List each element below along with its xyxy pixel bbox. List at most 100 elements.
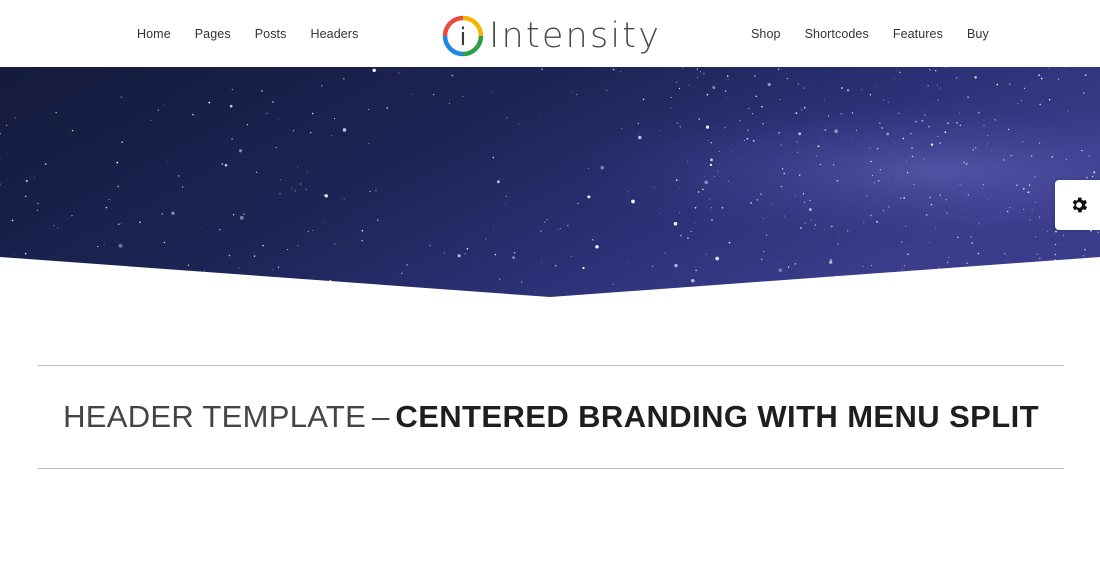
star (937, 135, 939, 138)
star (224, 164, 228, 167)
gear-icon (1072, 197, 1088, 213)
star (928, 125, 930, 128)
star (300, 183, 302, 185)
star (306, 170, 308, 173)
star (910, 132, 912, 135)
star (492, 156, 495, 159)
star (905, 161, 907, 162)
star (700, 71, 702, 73)
nav-item-home[interactable]: Home (137, 27, 171, 41)
star (783, 172, 786, 175)
star (44, 163, 47, 165)
star (907, 253, 909, 256)
star (376, 219, 379, 222)
star (851, 112, 854, 114)
style-switcher-button[interactable] (1055, 180, 1100, 230)
star (846, 89, 850, 92)
star (774, 282, 777, 285)
star (998, 283, 1001, 286)
nav-item-shortcodes[interactable]: Shortcodes (805, 27, 869, 41)
star (834, 129, 838, 133)
star (888, 206, 890, 208)
star (582, 266, 585, 270)
logo-letter: i (460, 23, 467, 51)
star (778, 268, 782, 272)
star (642, 98, 645, 101)
star (246, 124, 249, 126)
star (1004, 253, 1006, 255)
star (678, 87, 681, 90)
star (204, 270, 205, 272)
star (343, 78, 345, 80)
star (703, 73, 705, 75)
star (721, 206, 724, 209)
star (1025, 269, 1027, 271)
star (870, 160, 872, 163)
star (959, 124, 962, 127)
starry-sky-image (0, 67, 1100, 297)
star (756, 198, 759, 201)
star (767, 82, 771, 87)
nav-item-features[interactable]: Features (893, 27, 943, 41)
star (905, 225, 907, 227)
nav-item-buy[interactable]: Buy (967, 27, 989, 41)
star (448, 102, 450, 104)
star (401, 272, 403, 274)
star (817, 145, 819, 147)
star (678, 186, 680, 188)
nav-item-shop[interactable]: Shop (751, 27, 781, 41)
star (369, 190, 371, 193)
star (161, 213, 163, 215)
star (750, 202, 752, 204)
star (994, 119, 996, 121)
star (368, 142, 370, 144)
star (958, 112, 960, 114)
star (286, 249, 288, 250)
star (709, 163, 713, 167)
star (139, 221, 141, 224)
star (163, 104, 165, 106)
site-logo[interactable]: i Intensity (442, 14, 661, 58)
star (836, 275, 838, 277)
star (120, 96, 123, 98)
star (935, 70, 937, 72)
star (13, 254, 15, 256)
star (1055, 230, 1057, 233)
star (485, 238, 487, 240)
star (972, 149, 974, 151)
star (168, 289, 171, 291)
star (595, 245, 599, 249)
star (494, 253, 497, 256)
star (627, 191, 629, 193)
star (760, 258, 763, 261)
star (866, 195, 868, 197)
star (841, 87, 843, 89)
star (704, 175, 706, 177)
star (787, 266, 790, 268)
star (810, 219, 813, 221)
star (307, 230, 309, 233)
star (121, 141, 123, 143)
star (833, 164, 835, 166)
star (297, 244, 299, 246)
nav-item-posts[interactable]: Posts (255, 27, 287, 41)
star (715, 256, 720, 261)
star (333, 117, 336, 120)
star (272, 269, 274, 271)
star (324, 221, 325, 223)
star (406, 264, 408, 266)
star (732, 150, 734, 152)
star (1027, 191, 1030, 194)
star (219, 228, 221, 231)
star (875, 276, 880, 281)
nav-item-headers[interactable]: Headers (310, 27, 358, 41)
star (1039, 216, 1041, 218)
nav-item-pages[interactable]: Pages (195, 27, 231, 41)
star (321, 85, 323, 87)
star (1029, 219, 1031, 221)
star (56, 227, 59, 229)
star (496, 180, 500, 184)
star (297, 166, 299, 168)
star (777, 123, 779, 124)
star (331, 134, 333, 136)
